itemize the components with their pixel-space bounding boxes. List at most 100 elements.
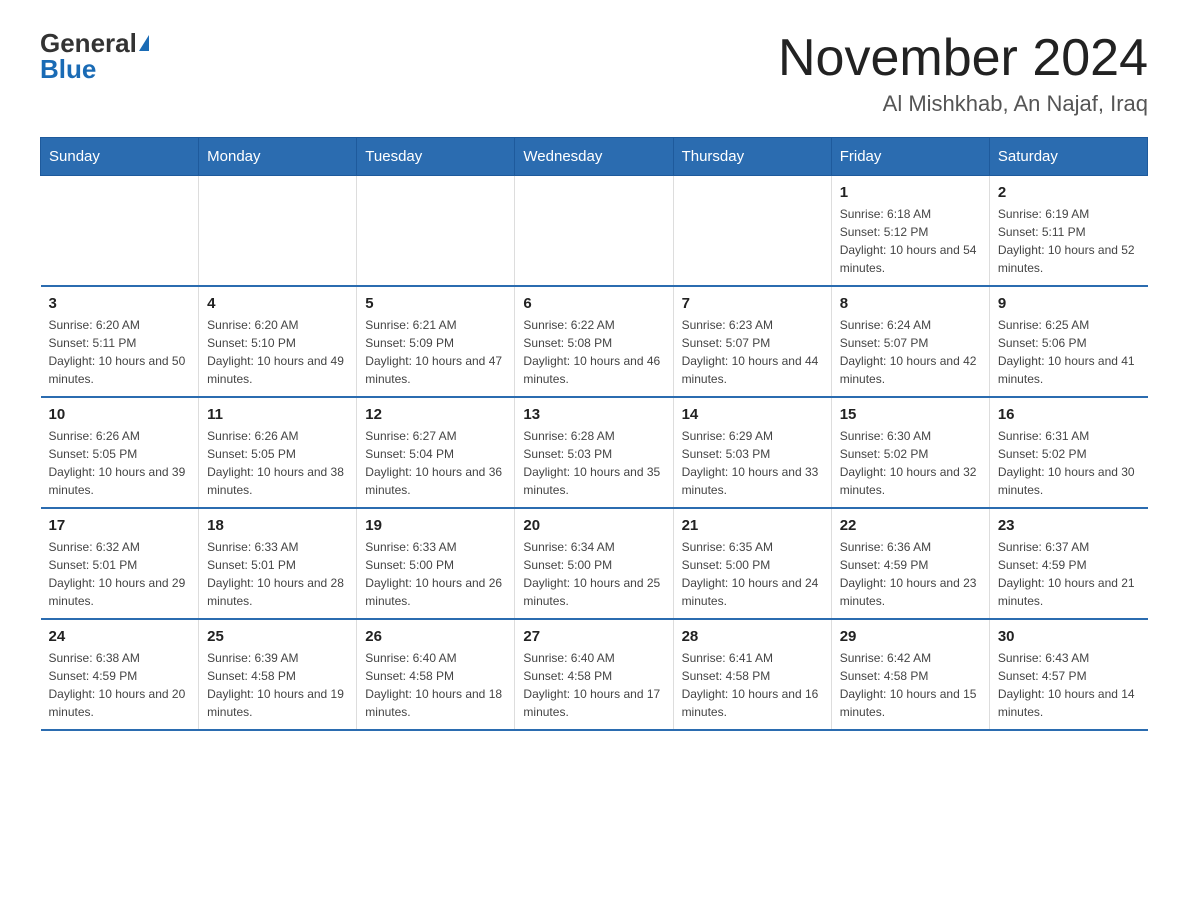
day-number: 23 [998,517,1140,534]
day-number: 17 [49,517,191,534]
week-row-2: 3Sunrise: 6:20 AM Sunset: 5:11 PM Daylig… [41,286,1148,397]
week-row-4: 17 Sunrise: 6:32 AM Sunset: 5:01 PM Dayli… [41,508,1148,619]
day-info: Sunrise: 6:25 AM Sunset: 5:06 PM Dayligh… [998,316,1140,388]
calendar-cell: 23 Sunrise: 6:37 AM Sunset: 4:59 PM Dayli… [989,508,1147,619]
calendar-cell: 8 Sunrise: 6:24 AM Sunset: 5:07 PM Daylig… [831,286,989,397]
day-info: Sunrise: 6:39 AM Sunset: 4:58 PM Dayligh… [207,649,348,721]
day-info: Sunrise: 6:18 AM Sunset: 5:12 PM Dayligh… [840,205,981,277]
calendar-cell: 26 Sunrise: 6:40 AM Sunset: 4:58 PM Dayli… [357,619,515,730]
calendar-cell: 29 Sunrise: 6:42 AM Sunset: 4:58 PM Dayli… [831,619,989,730]
day-info: Sunrise: 6:27 AM Sunset: 5:04 PM Dayligh… [365,427,506,499]
page-header: General Blue November 2024 Al Mishkhab, … [40,30,1148,117]
day-number: 18 [207,517,348,534]
day-info: Sunrise: 6:22 AM Sunset: 5:08 PM Dayligh… [523,316,664,388]
day-number: 8 [840,295,981,312]
weekday-header-wednesday: Wednesday [515,138,673,176]
day-info: Sunrise: 6:41 AM Sunset: 4:58 PM Dayligh… [682,649,823,721]
week-row-1: 1 Sunrise: 6:18 AM Sunset: 5:12 PM Daylig… [41,176,1148,287]
calendar-cell: 21Sunrise: 6:35 AM Sunset: 5:00 PM Dayli… [673,508,831,619]
calendar-cell: 5 Sunrise: 6:21 AM Sunset: 5:09 PM Daylig… [357,286,515,397]
day-number: 29 [840,628,981,645]
calendar-cell: 12 Sunrise: 6:27 AM Sunset: 5:04 PM Dayli… [357,397,515,508]
day-info: Sunrise: 6:33 AM Sunset: 5:01 PM Dayligh… [207,538,348,610]
day-info: Sunrise: 6:33 AM Sunset: 5:00 PM Dayligh… [365,538,506,610]
day-info: Sunrise: 6:19 AM Sunset: 5:11 PM Dayligh… [998,205,1140,277]
calendar-cell: 24 Sunrise: 6:38 AM Sunset: 4:59 PM Dayli… [41,619,199,730]
week-row-5: 24 Sunrise: 6:38 AM Sunset: 4:59 PM Dayli… [41,619,1148,730]
calendar-cell [41,176,199,287]
day-info: Sunrise: 6:24 AM Sunset: 5:07 PM Dayligh… [840,316,981,388]
calendar-cell: 7 Sunrise: 6:23 AM Sunset: 5:07 PM Daylig… [673,286,831,397]
day-number: 26 [365,628,506,645]
weekday-header-sunday: Sunday [41,138,199,176]
day-number: 11 [207,406,348,423]
day-number: 13 [523,406,664,423]
day-info: Sunrise: 6:42 AM Sunset: 4:58 PM Dayligh… [840,649,981,721]
calendar-cell [515,176,673,287]
calendar-cell: 14 Sunrise: 6:29 AM Sunset: 5:03 PM Dayli… [673,397,831,508]
day-number: 27 [523,628,664,645]
calendar-cell: 3Sunrise: 6:20 AM Sunset: 5:11 PM Daylig… [41,286,199,397]
calendar-cell: 10 Sunrise: 6:26 AM Sunset: 5:05 PM Dayli… [41,397,199,508]
calendar-cell: 22 Sunrise: 6:36 AM Sunset: 4:59 PM Dayli… [831,508,989,619]
calendar-cell: 20Sunrise: 6:34 AM Sunset: 5:00 PM Dayli… [515,508,673,619]
day-number: 2 [998,184,1140,201]
day-info: Sunrise: 6:30 AM Sunset: 5:02 PM Dayligh… [840,427,981,499]
calendar-cell: 15 Sunrise: 6:30 AM Sunset: 5:02 PM Dayli… [831,397,989,508]
calendar-table: SundayMondayTuesdayWednesdayThursdayFrid… [40,137,1148,731]
logo-blue-text: Blue [40,56,96,82]
day-info: Sunrise: 6:20 AM Sunset: 5:10 PM Dayligh… [207,316,348,388]
day-info: Sunrise: 6:35 AM Sunset: 5:00 PM Dayligh… [682,538,823,610]
day-number: 19 [365,517,506,534]
calendar-cell: 16 Sunrise: 6:31 AM Sunset: 5:02 PM Dayli… [989,397,1147,508]
calendar-cell: 13Sunrise: 6:28 AM Sunset: 5:03 PM Dayli… [515,397,673,508]
weekday-header-saturday: Saturday [989,138,1147,176]
day-info: Sunrise: 6:32 AM Sunset: 5:01 PM Dayligh… [49,538,191,610]
calendar-cell [673,176,831,287]
day-number: 12 [365,406,506,423]
calendar-cell: 18 Sunrise: 6:33 AM Sunset: 5:01 PM Dayli… [199,508,357,619]
day-number: 25 [207,628,348,645]
day-number: 22 [840,517,981,534]
day-info: Sunrise: 6:36 AM Sunset: 4:59 PM Dayligh… [840,538,981,610]
calendar-cell: 11 Sunrise: 6:26 AM Sunset: 5:05 PM Dayli… [199,397,357,508]
day-info: Sunrise: 6:23 AM Sunset: 5:07 PM Dayligh… [682,316,823,388]
calendar-cell: 28 Sunrise: 6:41 AM Sunset: 4:58 PM Dayli… [673,619,831,730]
day-info: Sunrise: 6:26 AM Sunset: 5:05 PM Dayligh… [207,427,348,499]
day-info: Sunrise: 6:21 AM Sunset: 5:09 PM Dayligh… [365,316,506,388]
day-number: 4 [207,295,348,312]
day-number: 10 [49,406,191,423]
logo-general-text: General [40,30,137,56]
calendar-cell: 1 Sunrise: 6:18 AM Sunset: 5:12 PM Daylig… [831,176,989,287]
day-number: 7 [682,295,823,312]
title-section: November 2024 Al Mishkhab, An Najaf, Ira… [778,30,1148,117]
day-info: Sunrise: 6:31 AM Sunset: 5:02 PM Dayligh… [998,427,1140,499]
day-number: 14 [682,406,823,423]
day-info: Sunrise: 6:40 AM Sunset: 4:58 PM Dayligh… [365,649,506,721]
day-info: Sunrise: 6:38 AM Sunset: 4:59 PM Dayligh… [49,649,191,721]
day-info: Sunrise: 6:34 AM Sunset: 5:00 PM Dayligh… [523,538,664,610]
weekday-header-friday: Friday [831,138,989,176]
day-info: Sunrise: 6:37 AM Sunset: 4:59 PM Dayligh… [998,538,1140,610]
logo: General Blue [40,30,149,82]
day-number: 28 [682,628,823,645]
calendar-cell [357,176,515,287]
day-info: Sunrise: 6:29 AM Sunset: 5:03 PM Dayligh… [682,427,823,499]
calendar-cell: 17 Sunrise: 6:32 AM Sunset: 5:01 PM Dayli… [41,508,199,619]
day-number: 15 [840,406,981,423]
day-number: 30 [998,628,1140,645]
calendar-title: November 2024 [778,30,1148,87]
day-info: Sunrise: 6:26 AM Sunset: 5:05 PM Dayligh… [49,427,191,499]
week-row-3: 10 Sunrise: 6:26 AM Sunset: 5:05 PM Dayli… [41,397,1148,508]
calendar-subtitle: Al Mishkhab, An Najaf, Iraq [778,91,1148,117]
day-info: Sunrise: 6:20 AM Sunset: 5:11 PM Dayligh… [49,316,191,388]
calendar-cell [199,176,357,287]
day-number: 5 [365,295,506,312]
day-info: Sunrise: 6:43 AM Sunset: 4:57 PM Dayligh… [998,649,1140,721]
calendar-cell: 2 Sunrise: 6:19 AM Sunset: 5:11 PM Daylig… [989,176,1147,287]
calendar-cell: 19 Sunrise: 6:33 AM Sunset: 5:00 PM Dayli… [357,508,515,619]
day-number: 16 [998,406,1140,423]
day-number: 24 [49,628,191,645]
day-number: 1 [840,184,981,201]
weekday-header-tuesday: Tuesday [357,138,515,176]
